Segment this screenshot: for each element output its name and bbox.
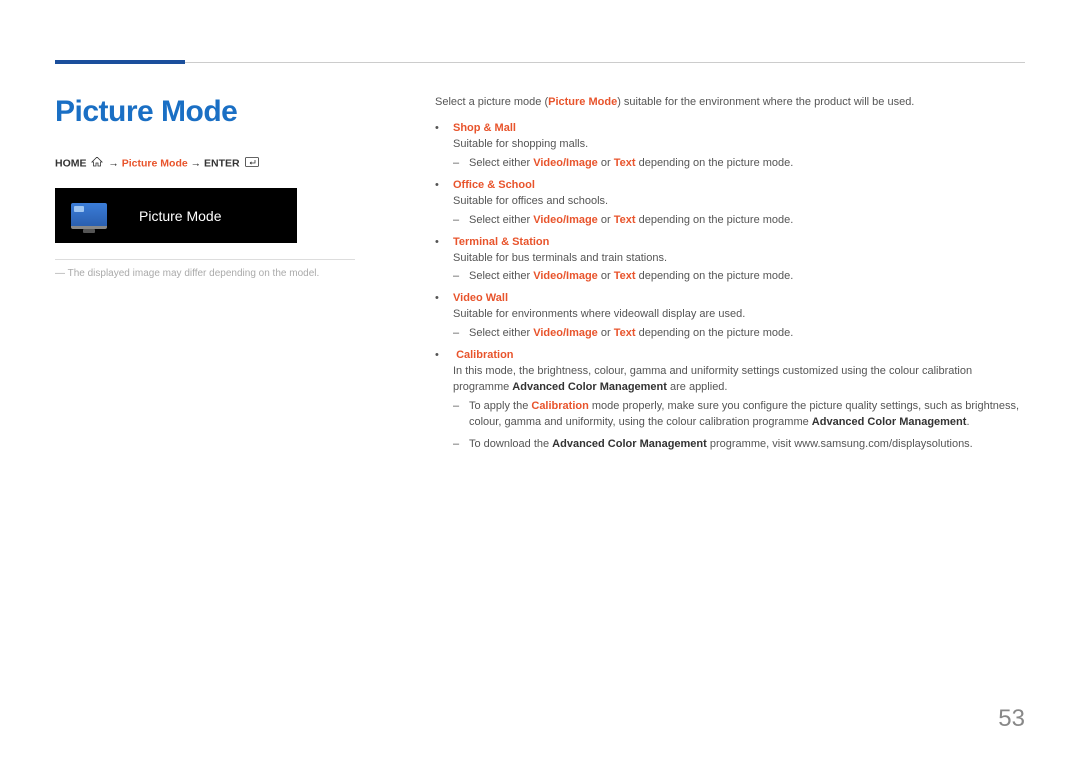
intro-accent: Picture Mode [548, 96, 617, 108]
mode-desc: Suitable for bus terminals and train sta… [453, 251, 1025, 267]
mode-desc: Suitable for environments where videowal… [453, 307, 1025, 323]
mode-title: Office & School [453, 179, 535, 191]
breadcrumb-current: Picture Mode [122, 157, 188, 169]
mode-sub: Select either Video/Image or Text depend… [453, 213, 1025, 229]
content-wrapper: Picture Mode HOME → Picture Mode → ENTER… [55, 95, 1025, 459]
cal-sub1-prefix: To apply the [469, 400, 531, 412]
enter-icon [245, 157, 259, 170]
caption-note: The displayed image may differ depending… [55, 259, 355, 279]
sub-opt1: Video/Image [533, 214, 598, 226]
calibration-desc: In this mode, the brightness, colour, ga… [453, 364, 1025, 396]
preview-label: Picture Mode [139, 208, 221, 224]
sub-opt1: Video/Image [533, 157, 598, 169]
cal-sub1-suffix: . [966, 416, 969, 428]
mode-item: Video Wall Suitable for environments wher… [435, 291, 1025, 342]
sub-or: or [598, 270, 614, 282]
page-title: Picture Mode [55, 95, 395, 129]
left-column: Picture Mode HOME → Picture Mode → ENTER… [55, 95, 395, 459]
sub-prefix: Select either [469, 157, 533, 169]
mode-title: Terminal & Station [453, 236, 549, 248]
calibration-sub1: To apply the Calibration mode properly, … [453, 399, 1025, 431]
cal-sub2-suffix: programme, visit www.samsung.com/display… [707, 438, 973, 450]
sub-prefix: Select either [469, 270, 533, 282]
cal-sub1-bold: Advanced Color Management [812, 416, 967, 428]
header-divider [185, 62, 1025, 63]
mode-sub: Select either Video/Image or Text depend… [453, 156, 1025, 172]
sub-prefix: Select either [469, 327, 533, 339]
page-number: 53 [998, 705, 1025, 733]
cal-sub2-bold: Advanced Color Management [552, 438, 707, 450]
mode-title: Shop & Mall [453, 122, 516, 134]
breadcrumb: HOME → Picture Mode → ENTER [55, 157, 395, 170]
mode-calibration: Calibration In this mode, the brightness… [435, 348, 1025, 453]
sub-opt2: Text [614, 157, 636, 169]
calibration-list: Calibration In this mode, the brightness… [435, 348, 1025, 453]
sub-or: or [598, 327, 614, 339]
mode-item: Terminal & Station Suitable for bus termi… [435, 235, 1025, 286]
sub-opt2: Text [614, 214, 636, 226]
sub-suffix: depending on the picture mode. [636, 157, 794, 169]
header-accent-bar [55, 60, 185, 64]
sub-suffix: depending on the picture mode. [636, 327, 794, 339]
monitor-icon [71, 203, 107, 229]
mode-title-calibration: Calibration [456, 349, 513, 361]
right-column: Select a picture mode (Picture Mode) sui… [435, 95, 1025, 459]
breadcrumb-enter: ENTER [204, 157, 240, 169]
intro-prefix: Select a picture mode ( [435, 96, 548, 108]
mode-sub: Select either Video/Image or Text depend… [453, 326, 1025, 342]
sub-opt1: Video/Image [533, 327, 598, 339]
modes-list: Shop & Mall Suitable for shopping malls. S… [435, 121, 1025, 342]
sub-suffix: depending on the picture mode. [636, 214, 794, 226]
sub-or: or [598, 157, 614, 169]
calibration-desc-suffix: are applied. [667, 381, 728, 393]
intro-suffix: ) suitable for the environment where the… [617, 96, 914, 108]
breadcrumb-home: HOME [55, 157, 87, 169]
intro-text: Select a picture mode (Picture Mode) sui… [435, 95, 1025, 111]
mode-item: Office & School Suitable for offices and … [435, 178, 1025, 229]
breadcrumb-arrow2: → [191, 157, 204, 169]
breadcrumb-arrow1: → [108, 157, 121, 169]
home-icon [91, 157, 103, 170]
cal-sub1-accent: Calibration [531, 400, 588, 412]
sub-suffix: depending on the picture mode. [636, 270, 794, 282]
sub-opt2: Text [614, 327, 636, 339]
mode-title: Video Wall [453, 292, 508, 304]
mode-sub: Select either Video/Image or Text depend… [453, 269, 1025, 285]
calibration-sub2: To download the Advanced Color Managemen… [453, 437, 1025, 453]
calibration-desc-bold: Advanced Color Management [512, 381, 667, 393]
mode-desc: Suitable for offices and schools. [453, 194, 1025, 210]
sub-prefix: Select either [469, 214, 533, 226]
mode-desc: Suitable for shopping malls. [453, 137, 1025, 153]
mode-item: Shop & Mall Suitable for shopping malls. S… [435, 121, 1025, 172]
sub-opt1: Video/Image [533, 270, 598, 282]
preview-box: Picture Mode [55, 188, 297, 243]
sub-or: or [598, 214, 614, 226]
cal-sub2-prefix: To download the [469, 438, 552, 450]
sub-opt2: Text [614, 270, 636, 282]
